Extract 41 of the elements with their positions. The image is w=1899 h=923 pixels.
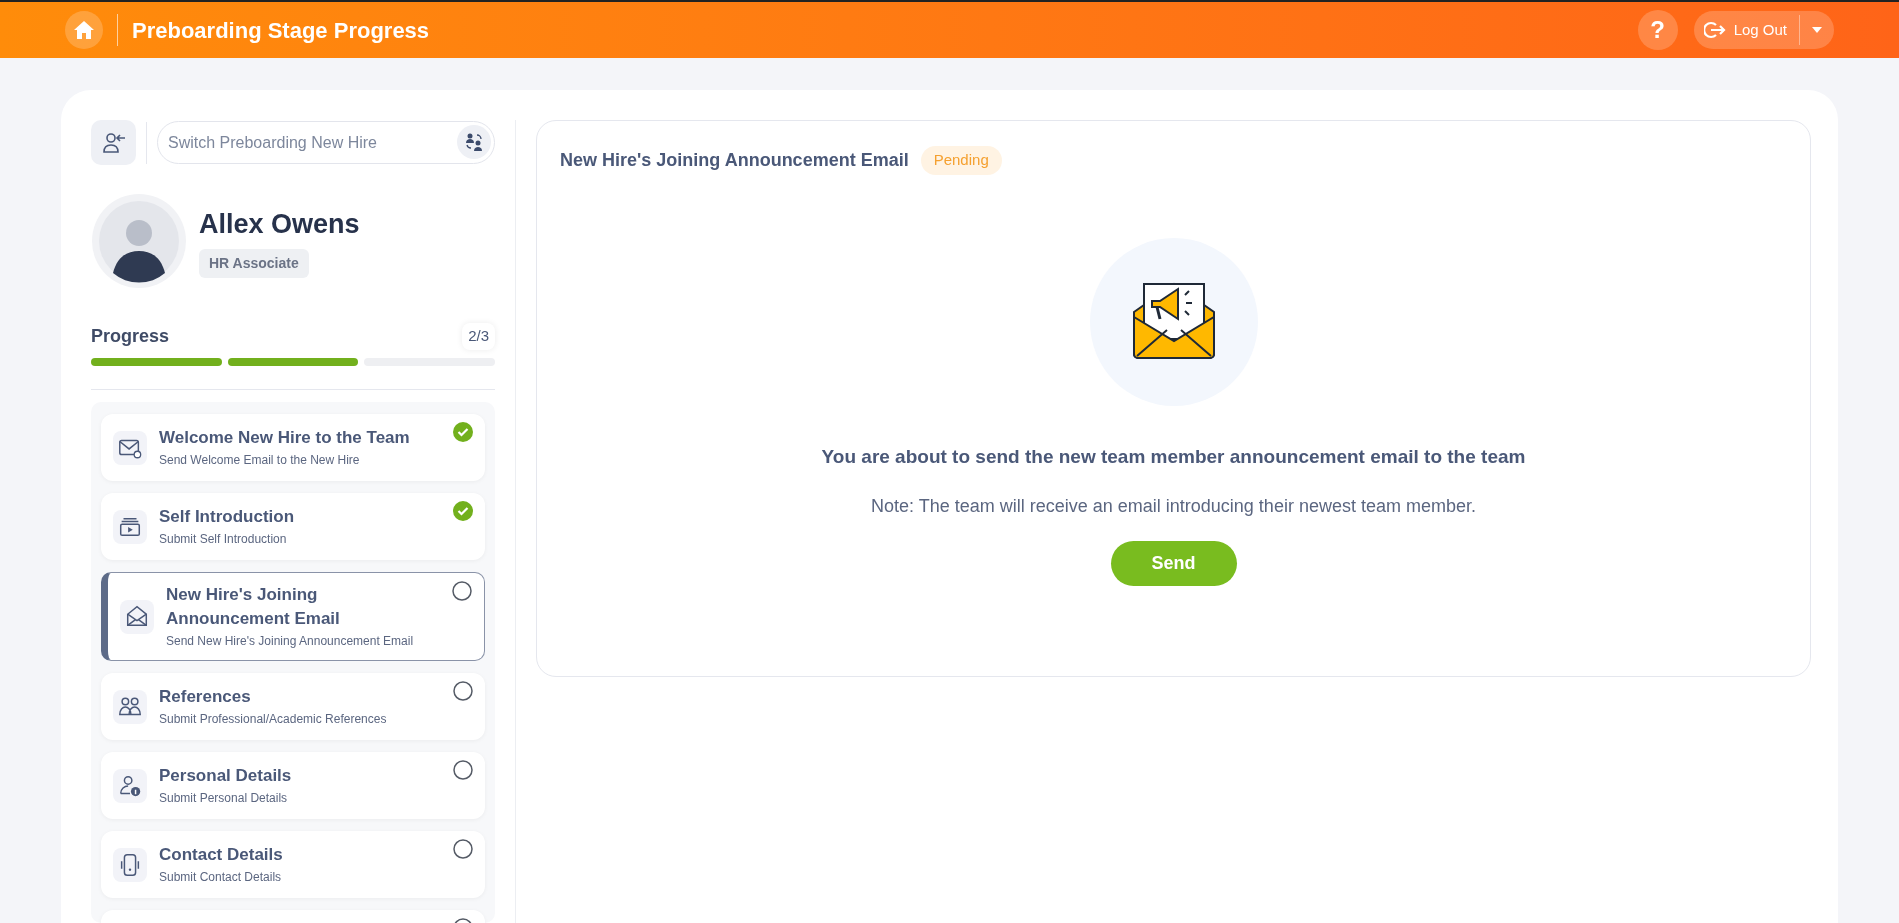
- step-card[interactable]: Welcome New Hire to the Team Send Welcome Email to the New Hire: [101, 414, 485, 481]
- switch-users-icon: [457, 125, 491, 159]
- status-tag: Pending: [920, 146, 1002, 175]
- logout-icon: [1703, 21, 1726, 39]
- video-icon: [113, 509, 147, 544]
- step-title: Welcome New Hire to the Team: [159, 427, 410, 449]
- envelope-icon: [120, 599, 154, 634]
- mail-icon: [113, 430, 147, 465]
- step-title: References: [159, 686, 252, 708]
- confirmation-message: You are about to send the new team member announcement email to the team: [820, 444, 1527, 469]
- role-tag: HR Associate: [199, 248, 309, 278]
- caret-icon: [1812, 27, 1822, 33]
- step-title: Self Introduction: [159, 506, 295, 528]
- step-subtitle: Submit Contact Details: [159, 869, 283, 886]
- home-button[interactable]: [65, 11, 103, 49]
- step-card[interactable]: References Submit Professional/Academic References: [101, 673, 485, 740]
- step-subtitle: Send Welcome Email to the New Hire: [159, 452, 361, 469]
- person-info-icon: [113, 768, 147, 803]
- profile-name: Allex Owens: [199, 208, 360, 242]
- progress-count: 2/3: [462, 323, 495, 350]
- step-card[interactable]: New Hire's Joining Announcement Email Send New Hire's Joining Announcement Email: [101, 572, 485, 661]
- step-title: Contact Details: [159, 844, 283, 866]
- note-text: Note: The team will receive an email introducing their newest team member.: [870, 495, 1477, 518]
- step-subtitle: Send New Hire's Joining Announcement Email: [166, 633, 415, 650]
- back-user-button[interactable]: [91, 120, 136, 165]
- step-card[interactable]: Self Introduction Submit Self Introduction: [101, 493, 485, 560]
- progress-label: Progress: [91, 325, 170, 348]
- step-title: Personal Details: [159, 765, 292, 787]
- step-card[interactable]: Personal Details Submit Personal Details: [101, 752, 485, 819]
- step-card[interactable]: Contact Details Submit Contact Details: [101, 831, 485, 898]
- home-icon: [73, 20, 95, 40]
- step-title: New Hire's Joining Announcement Email: [166, 584, 341, 630]
- step-subtitle: Submit Personal Details: [159, 790, 289, 807]
- panel-title: New Hire's Joining Announcement Email: [560, 148, 909, 172]
- page-title: Preboarding Stage Progress: [132, 16, 430, 45]
- people-icon: [113, 689, 147, 724]
- step-subtitle: Submit Self Introduction: [159, 531, 288, 548]
- step-subtitle: Submit Professional/Academic References: [159, 711, 387, 728]
- phone-icon: [113, 847, 147, 882]
- user-arrow-icon: [101, 131, 126, 154]
- search-field[interactable]: Switch Preboarding New Hire: [157, 121, 495, 164]
